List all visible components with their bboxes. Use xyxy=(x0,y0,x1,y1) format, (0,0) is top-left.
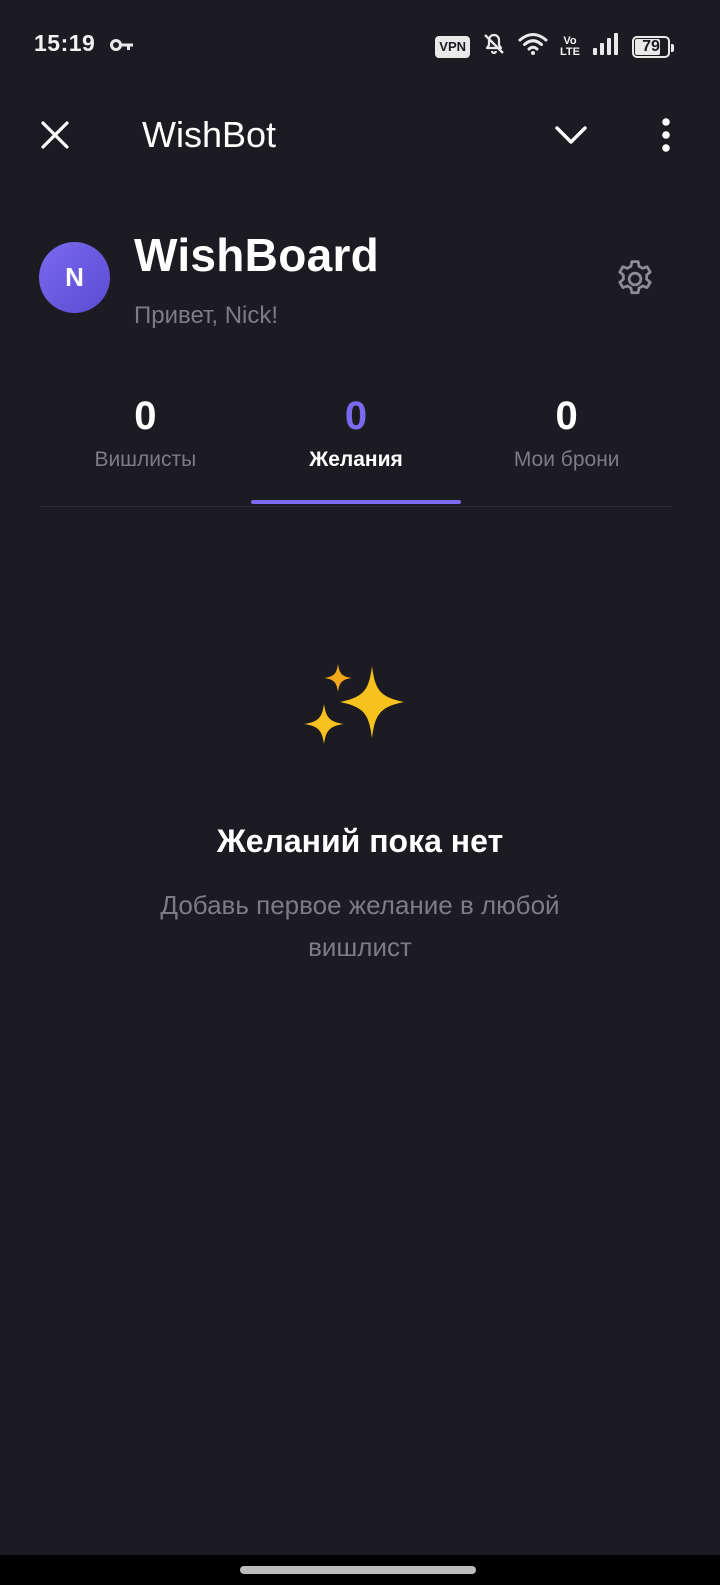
chevron-down-icon xyxy=(555,126,587,144)
empty-state-text: Добавь первое желание в любой вишлист xyxy=(160,890,560,962)
status-time: 15:19 xyxy=(34,30,96,56)
battery-icon: 79 xyxy=(632,35,674,58)
battery-level: 79 xyxy=(642,37,660,55)
tab-label: Вишлисты xyxy=(94,448,197,471)
tab-count: 0 xyxy=(344,394,368,438)
tabs: 0 Вишлисты 0 Желания 0 Мои брони xyxy=(40,380,672,507)
wifi-icon xyxy=(518,32,548,61)
tab-wishes[interactable]: 0 Желания xyxy=(250,380,462,506)
page-title: WishBoard xyxy=(134,229,380,281)
avatar[interactable]: N xyxy=(39,242,110,313)
volte-indicator: Vo LTE xyxy=(560,35,580,58)
app-bar: WishBot xyxy=(0,92,720,178)
vpn-badge: VPN xyxy=(435,35,471,58)
tab-wishlists[interactable]: 0 Вишлисты xyxy=(40,380,251,506)
tab-count: 0 xyxy=(134,394,157,438)
empty-state-title: Желаний пока нет xyxy=(216,823,504,859)
collapse-button[interactable] xyxy=(550,114,592,156)
home-gesture-handle[interactable] xyxy=(240,1566,476,1574)
profile-header: N WishBoard Привет, Nick! xyxy=(0,220,720,350)
close-icon xyxy=(41,121,69,149)
navigation-bar xyxy=(0,1555,720,1585)
bell-off-icon xyxy=(482,32,506,61)
close-button[interactable] xyxy=(34,114,76,156)
tab-label: Мои брони xyxy=(513,448,620,471)
gear-icon xyxy=(618,260,652,295)
greeting-text: Привет, Nick! xyxy=(134,302,279,329)
volte-bottom: LTE xyxy=(560,45,580,58)
settings-button[interactable] xyxy=(612,256,658,302)
more-vertical-icon xyxy=(662,118,670,152)
more-options-button[interactable] xyxy=(648,112,684,158)
tab-my-reservations[interactable]: 0 Мои брони xyxy=(461,380,672,506)
sparkles-icon xyxy=(304,664,404,744)
active-tab-indicator xyxy=(250,500,462,504)
vpn-key-icon xyxy=(110,38,134,57)
signal-icon xyxy=(592,32,620,61)
empty-state: Желаний пока нет Добавь первое желание в… xyxy=(0,650,720,968)
status-bar: 15:19 VPN Vo LTE 79 xyxy=(0,0,720,92)
status-icons: VPN Vo LTE 79 xyxy=(435,32,674,61)
screen: 15:19 VPN Vo LTE 79 WishBot N WishBoard … xyxy=(0,0,720,1585)
app-title: WishBot xyxy=(142,114,277,155)
tab-label: Желания xyxy=(309,448,403,471)
tab-count: 0 xyxy=(555,394,578,438)
